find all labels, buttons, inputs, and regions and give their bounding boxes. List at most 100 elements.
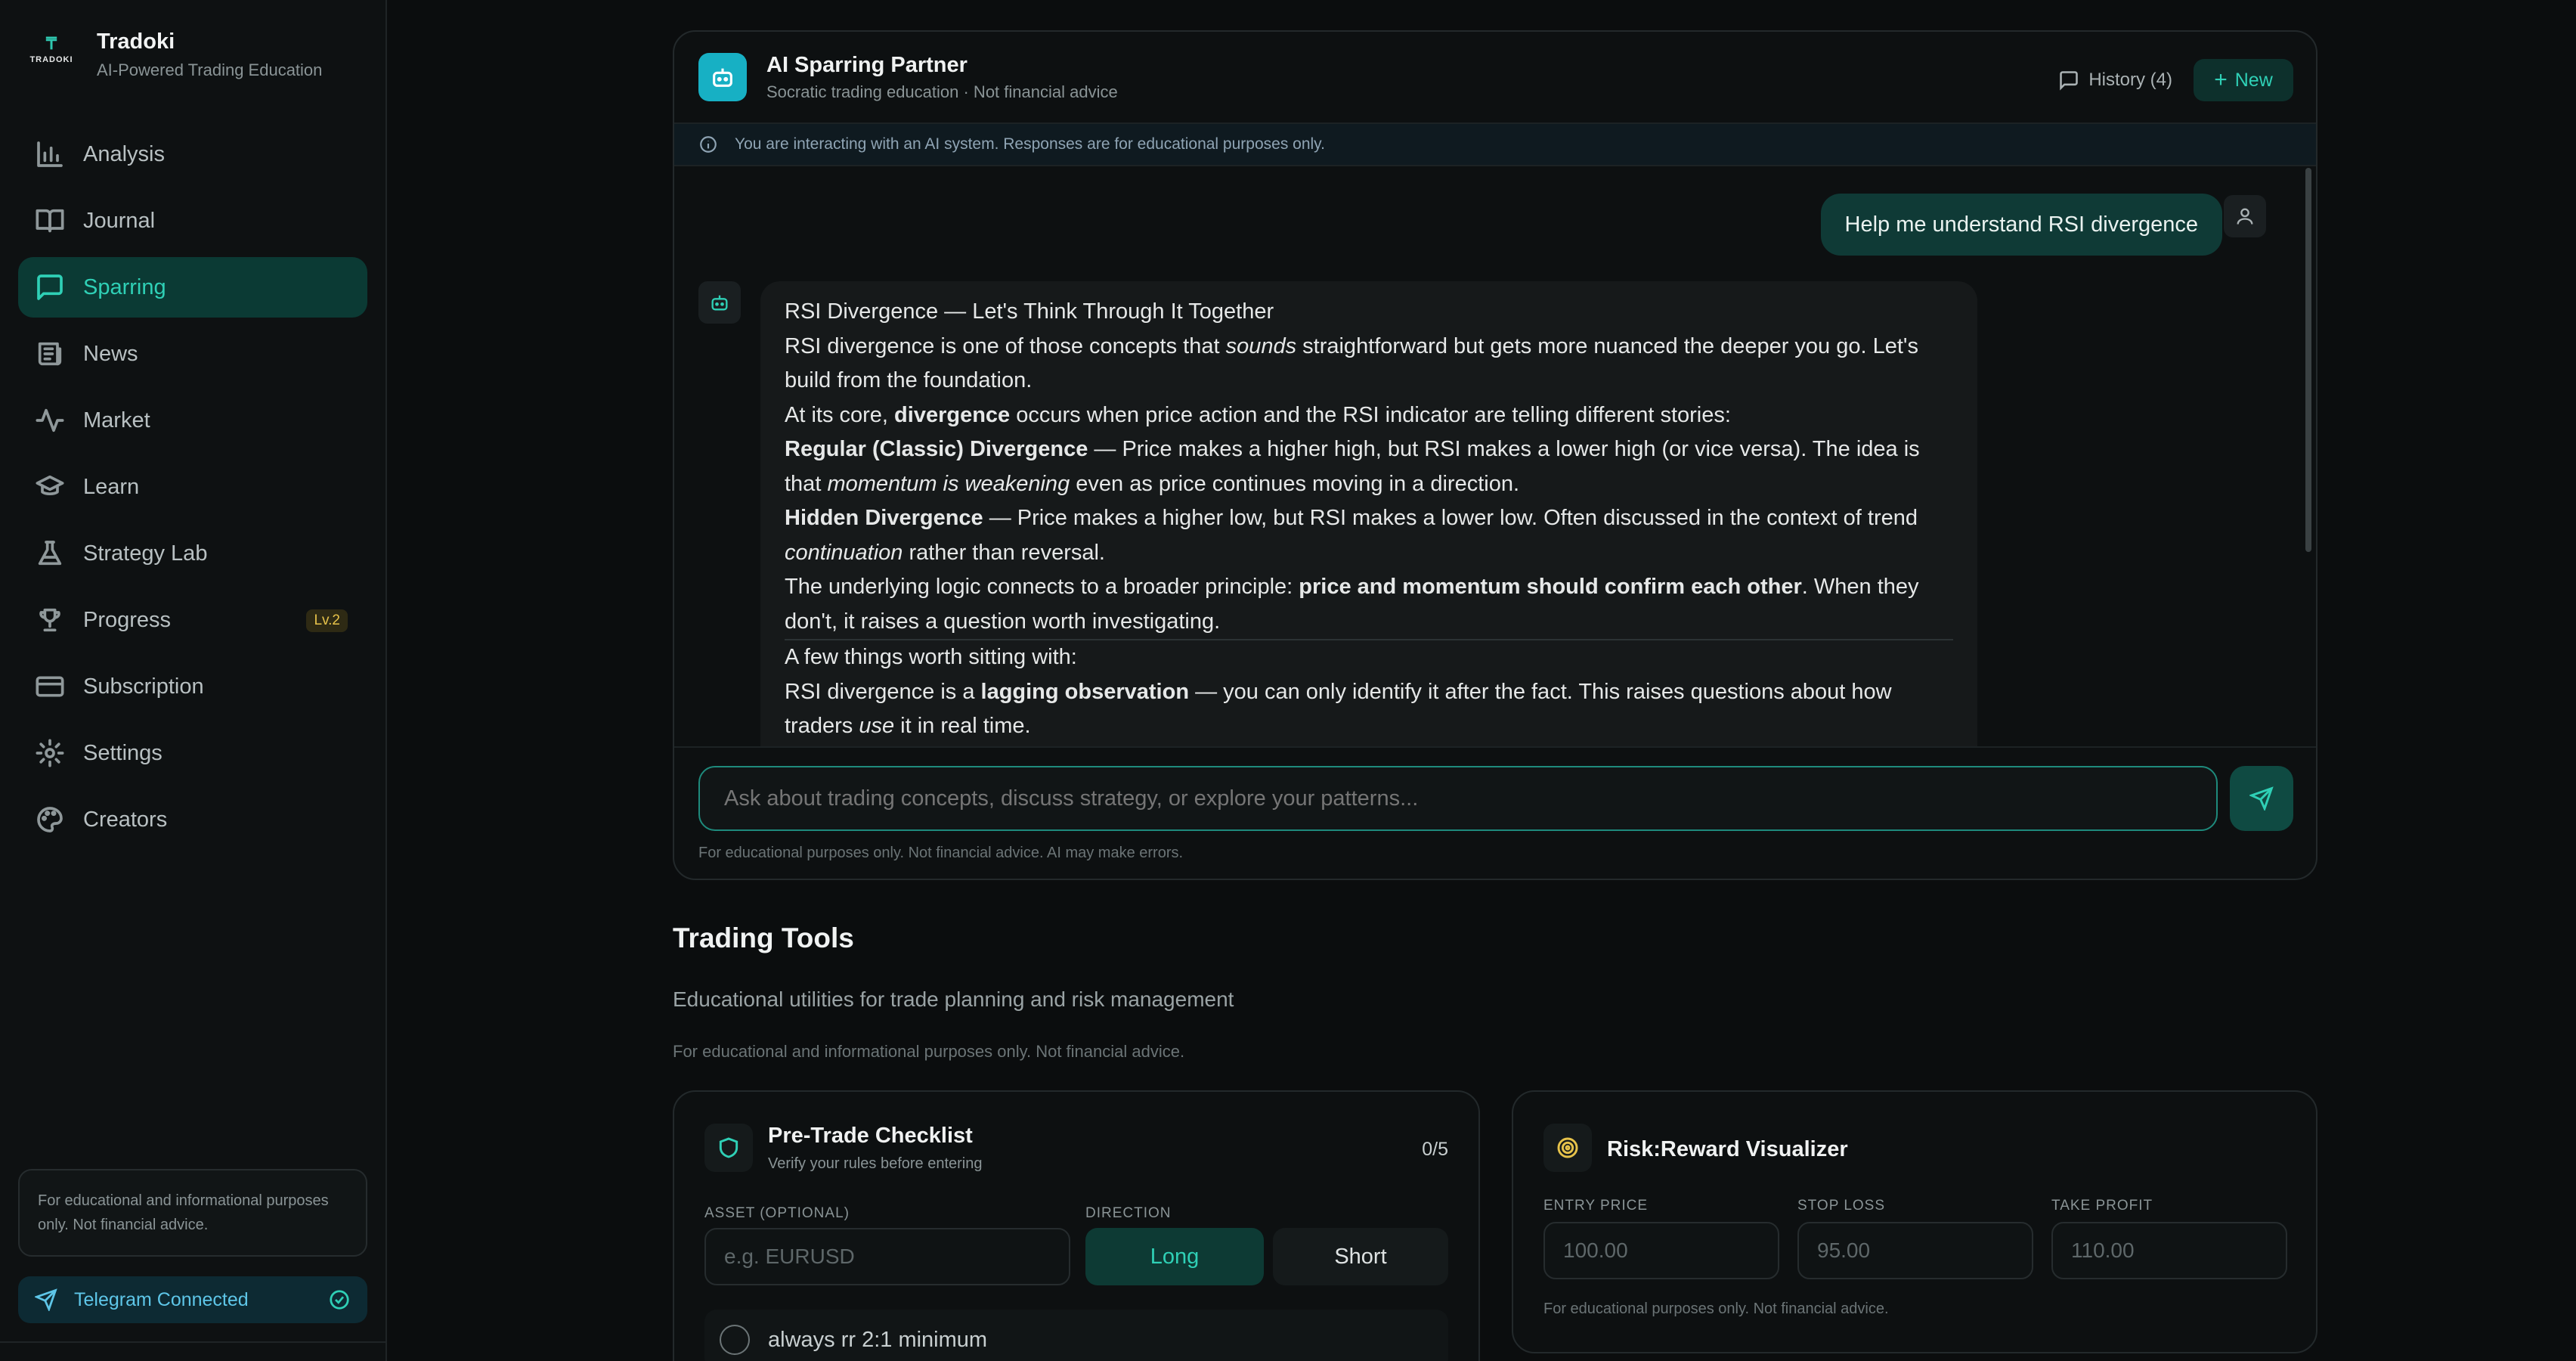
sidebar-item-settings[interactable]: Settings bbox=[18, 723, 367, 783]
message-list[interactable]: Help me understand RSI divergence RSI Di… bbox=[674, 166, 2316, 747]
assistant-paragraph: Regular (Classic) Divergence — Price mak… bbox=[785, 437, 1920, 496]
sidebar-disclaimer: For educational and informational purpos… bbox=[18, 1169, 367, 1257]
sidebar-item-label: Sparring bbox=[83, 274, 166, 299]
sidebar-item-label: Learn bbox=[83, 474, 140, 499]
sidebar-item-label: News bbox=[83, 341, 138, 366]
sidebar-item-label: Creators bbox=[83, 807, 168, 832]
pre-trade-checklist-card: Pre-Trade Checklist Verify your rules be… bbox=[673, 1090, 1480, 1361]
sidebar-item-journal[interactable]: Journal bbox=[18, 191, 367, 251]
book-icon bbox=[36, 209, 64, 233]
brand-subtitle: AI-Powered Trading Education bbox=[97, 60, 323, 79]
sidebar-nav: Analysis Journal Sparring News Market Le… bbox=[18, 124, 367, 856]
sidebar-item-label: Strategy Lab bbox=[83, 541, 208, 566]
ai-notice: You are interacting with an AI system. R… bbox=[674, 124, 2316, 166]
tools-note: For educational and informational purpos… bbox=[673, 1042, 1185, 1061]
new-chat-label: New bbox=[2234, 69, 2273, 91]
assistant-paragraph: RSI divergence is one of those concepts … bbox=[785, 333, 1918, 393]
entry-price-input[interactable]: 100.00 bbox=[1543, 1222, 1779, 1279]
logo: ₸ TRADOKI bbox=[29, 29, 73, 71]
sidebar-item-analysis[interactable]: Analysis bbox=[18, 124, 367, 184]
checklist-subtitle: Verify your rules before entering bbox=[768, 1155, 983, 1172]
app: ₸ TRADOKI Tradoki AI-Powered Trading Edu… bbox=[0, 0, 2576, 1361]
send-icon bbox=[2249, 786, 2274, 811]
user-message: Help me understand RSI divergence bbox=[1820, 194, 2222, 256]
palette-icon bbox=[37, 807, 63, 832]
flask-icon bbox=[38, 541, 62, 566]
sidebar-item-label: Journal bbox=[83, 208, 156, 233]
send-button[interactable] bbox=[2230, 766, 2293, 831]
sidebar-item-label: Progress bbox=[83, 607, 172, 632]
checklist-count: 0/5 bbox=[1422, 1139, 1448, 1160]
sidebar-item-subscription[interactable]: Subscription bbox=[18, 656, 367, 717]
checklist-item[interactable]: always rr 2:1 minimum bbox=[704, 1310, 1448, 1361]
rr-note: For educational purposes only. Not finan… bbox=[1543, 1301, 1889, 1317]
brand[interactable]: ₸ TRADOKI Tradoki AI-Powered Trading Edu… bbox=[29, 29, 322, 80]
sidebar-item-sparring[interactable]: Sparring bbox=[18, 257, 367, 318]
tools-title: Trading Tools bbox=[673, 922, 854, 953]
target-icon bbox=[1543, 1124, 1592, 1172]
sidebar-item-label: Market bbox=[83, 408, 150, 432]
tools-subtitle: Educational utilities for trade planning… bbox=[673, 987, 1234, 1011]
stop-loss-input[interactable]: 95.00 bbox=[1797, 1222, 2033, 1279]
new-chat-button[interactable]: + New bbox=[2194, 59, 2293, 101]
newspaper-icon bbox=[38, 342, 62, 366]
sidebar-item-label: Settings bbox=[83, 740, 163, 765]
message-square-icon bbox=[2060, 71, 2079, 91]
sidebar-item-label: Subscription bbox=[83, 674, 204, 699]
short-button[interactable]: Short bbox=[1273, 1228, 1448, 1285]
stop-label: STOP LOSS bbox=[1797, 1198, 1886, 1214]
credit-card-icon bbox=[36, 676, 64, 697]
assistant-paragraph: RSI divergence is a lagging observation … bbox=[785, 679, 1892, 739]
logo-mark-icon: ₸ bbox=[46, 34, 57, 53]
chat-panel: AI Sparring Partner Socratic trading edu… bbox=[673, 30, 2317, 880]
composer: For educational purposes only. Not finan… bbox=[674, 746, 2316, 879]
sidebar-item-label: Analysis bbox=[83, 141, 165, 166]
assistant-message: RSI Divergence — Let's Think Through It … bbox=[760, 281, 1977, 747]
user-icon bbox=[2224, 195, 2266, 237]
entry-label: ENTRY PRICE bbox=[1543, 1198, 1649, 1214]
scrollbar-thumb[interactable] bbox=[2305, 168, 2311, 552]
sidebar-item-creators[interactable]: Creators bbox=[18, 789, 367, 850]
sidebar-item-progress[interactable]: Progress Lv.2 bbox=[18, 590, 367, 650]
checklist-item-label: always rr 2:1 minimum bbox=[768, 1327, 988, 1352]
sidebar-divider bbox=[0, 1341, 387, 1343]
plus-icon: + bbox=[2214, 67, 2228, 92]
chat-input[interactable] bbox=[698, 766, 2218, 831]
chat-icon bbox=[37, 274, 63, 300]
check-circle-icon bbox=[328, 1288, 351, 1316]
assistant-paragraph: At its core, divergence occurs when pric… bbox=[785, 402, 1731, 427]
assistant-heading: RSI Divergence — Let's Think Through It … bbox=[785, 299, 1274, 324]
history-button[interactable]: History (4) bbox=[2058, 60, 2172, 100]
send-icon bbox=[35, 1288, 57, 1311]
risk-reward-card: Risk:Reward Visualizer ENTRY PRICE 100.0… bbox=[1512, 1090, 2317, 1353]
history-label: History (4) bbox=[2088, 70, 2172, 90]
sidebar-item-learn[interactable]: Learn bbox=[18, 457, 367, 517]
level-badge: Lv.2 bbox=[306, 609, 348, 632]
direction-label: DIRECTION bbox=[1085, 1205, 1172, 1221]
assistant-paragraph: Hidden Divergence — Price makes a higher… bbox=[785, 506, 1918, 565]
take-label: TAKE PROFIT bbox=[2051, 1198, 2153, 1214]
checkbox[interactable] bbox=[720, 1325, 750, 1355]
asset-input[interactable]: e.g. EURUSD bbox=[704, 1228, 1070, 1285]
sidebar-item-strategy-lab[interactable]: Strategy Lab bbox=[18, 523, 367, 584]
shield-icon bbox=[704, 1124, 753, 1172]
telegram-status[interactable]: Telegram Connected bbox=[18, 1276, 367, 1323]
chat-header-text: AI Sparring Partner Socratic trading edu… bbox=[766, 53, 1118, 102]
telegram-label: Telegram Connected bbox=[74, 1288, 249, 1310]
take-profit-input[interactable]: 110.00 bbox=[2051, 1222, 2287, 1279]
checklist-title: Pre-Trade Checklist bbox=[768, 1124, 973, 1148]
activity-icon bbox=[36, 408, 64, 432]
chat-footer-note: For educational purposes only. Not finan… bbox=[698, 845, 1184, 861]
chat-subtitle: Socratic trading education · Not financi… bbox=[766, 82, 1118, 101]
trophy-icon bbox=[39, 608, 60, 632]
brand-text: Tradoki AI-Powered Trading Education bbox=[97, 29, 322, 80]
sidebar: ₸ TRADOKI Tradoki AI-Powered Trading Edu… bbox=[0, 0, 387, 1361]
logo-word: TRADOKI bbox=[29, 55, 73, 64]
long-button[interactable]: Long bbox=[1085, 1228, 1264, 1285]
asset-label: ASSET (OPTIONAL) bbox=[704, 1205, 850, 1221]
chat-header: AI Sparring Partner Socratic trading edu… bbox=[674, 32, 2316, 124]
bot-avatar-icon bbox=[698, 281, 741, 324]
bar-chart-icon bbox=[37, 141, 63, 167]
sidebar-item-news[interactable]: News bbox=[18, 324, 367, 384]
sidebar-item-market[interactable]: Market bbox=[18, 390, 367, 451]
